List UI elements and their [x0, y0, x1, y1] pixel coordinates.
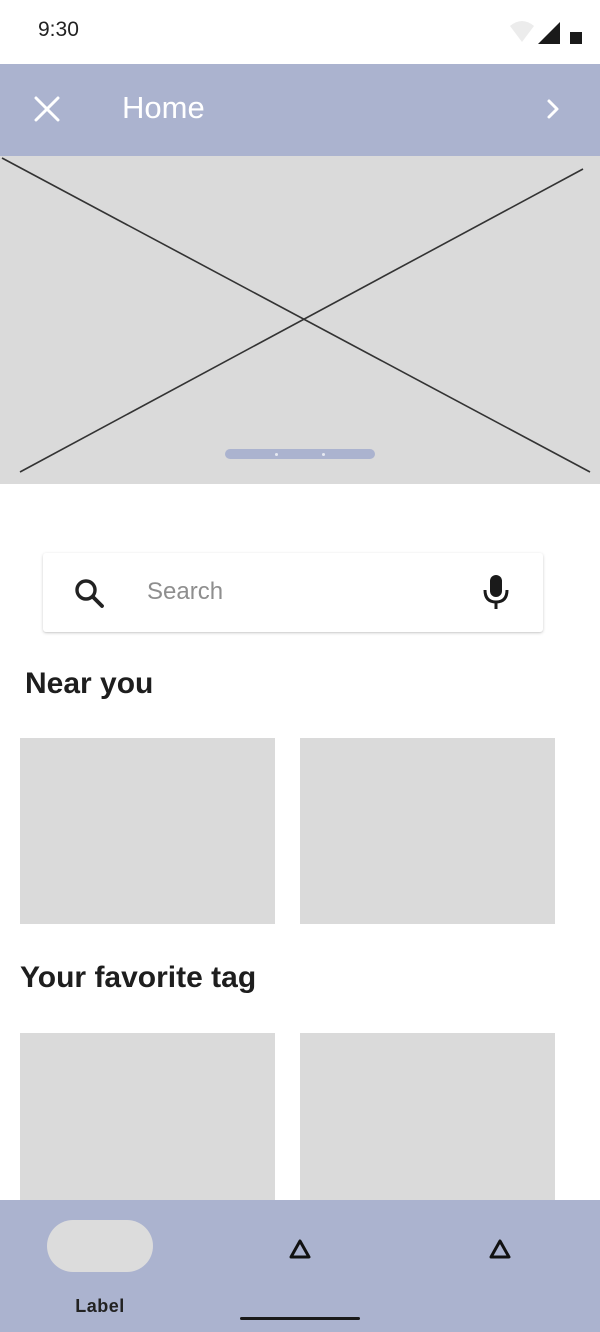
triangle-icon [489, 1239, 511, 1259]
pager-dot [322, 453, 325, 456]
nav-item-label-text: Label [75, 1296, 125, 1316]
search-bar [43, 553, 543, 632]
triangle-icon [289, 1239, 311, 1259]
signal-icon [538, 22, 560, 44]
nav-item-2[interactable] [270, 1220, 330, 1280]
search-icon[interactable] [73, 577, 105, 609]
hero-image-placeholder[interactable] [0, 156, 600, 484]
section-title-favorite-tag: Your favorite tag [20, 961, 257, 994]
carousel-pager[interactable] [225, 449, 375, 459]
near-card-1[interactable] [20, 738, 275, 924]
chevron-right-icon [547, 99, 559, 119]
status-icons [510, 21, 582, 44]
status-bar: 9:30 [0, 0, 600, 64]
close-button[interactable] [22, 84, 72, 134]
near-card-2[interactable] [300, 738, 555, 924]
wifi-icon [510, 21, 534, 42]
image-placeholder-cross [1, 157, 591, 473]
section-title-near-you: Near you [25, 667, 154, 700]
search-input[interactable] [147, 571, 467, 613]
nav-item-label[interactable]: Label [40, 1214, 160, 1316]
mic-icon[interactable] [479, 573, 513, 611]
page-title: Home [122, 90, 205, 125]
status-time: 9:30 [38, 18, 79, 41]
bottom-nav: Label [0, 1200, 600, 1332]
nav-active-indicator [47, 1220, 153, 1272]
pager-dot [275, 453, 278, 456]
next-button[interactable] [528, 84, 578, 134]
close-icon [34, 96, 60, 122]
app-bar: Home [0, 64, 600, 156]
battery-icon [570, 32, 582, 44]
home-indicator[interactable] [240, 1317, 360, 1320]
nav-item-3[interactable] [470, 1220, 530, 1280]
